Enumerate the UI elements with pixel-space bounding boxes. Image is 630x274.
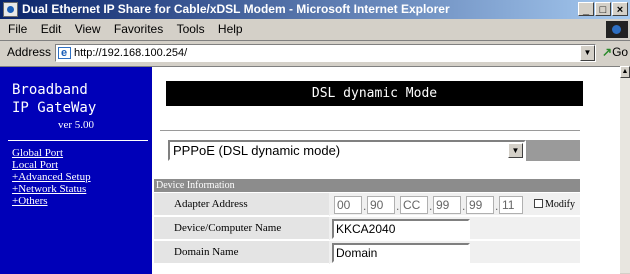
device-name-cell: KKCA2040 <box>330 217 580 240</box>
mac-octet-2[interactable]: 90 <box>367 196 395 214</box>
mode-select[interactable]: PPPoE (DSL dynamic mode) ▼ <box>168 140 526 161</box>
ie-app-icon[interactable] <box>3 2 18 17</box>
page-title: DSL dynamic Mode <box>166 81 583 106</box>
brand-line-2: IP GateWay <box>12 100 97 116</box>
menu-help[interactable]: Help <box>213 19 248 40</box>
title-bar: Dual Ethernet IP Share for Cable/xDSL Mo… <box>0 0 630 19</box>
mac-separator: . <box>462 199 466 213</box>
mac-octet-5[interactable]: 99 <box>466 196 494 214</box>
menu-edit[interactable]: Edit <box>36 19 67 40</box>
chevron-down-icon[interactable]: ▼ <box>508 143 523 158</box>
address-url: http://192.168.100.254/ <box>74 47 188 59</box>
device-name-label: Device/Computer Name <box>154 217 329 240</box>
address-dropdown-button[interactable]: ▼ <box>580 45 595 61</box>
windows-logo-icon <box>606 21 628 38</box>
section-header: Device Information <box>154 179 580 192</box>
menu-bar: File Edit View Favorites Tools Help <box>0 19 630 41</box>
nav-local-port[interactable]: Local Port <box>12 159 91 171</box>
mac-octet-6[interactable]: 11 <box>499 196 523 214</box>
brand-line-1: Broadband <box>12 82 88 98</box>
mac-octet-1[interactable]: 00 <box>334 196 362 214</box>
nav-network-status[interactable]: +Network Status <box>12 183 91 195</box>
domain-name-label: Domain Name <box>154 241 329 264</box>
mac-separator: . <box>363 199 367 213</box>
address-input[interactable]: http://192.168.100.254/ <box>55 44 596 62</box>
mac-separator: . <box>429 199 433 213</box>
version-text: ver 5.00 <box>58 119 95 131</box>
scroll-up-button[interactable]: ▲ <box>620 66 630 78</box>
maximize-button[interactable]: □ <box>595 2 611 16</box>
select-side-panel <box>526 140 580 161</box>
modify-checkbox[interactable]: Modify <box>534 199 575 211</box>
main-panel: DSL dynamic Mode PPPoE (DSL dynamic mode… <box>152 67 620 274</box>
mode-select-value: PPPoE (DSL dynamic mode) <box>173 143 341 158</box>
row-adapter-address: Adapter Address 00 . 90 . CC . 99 . 99 .… <box>154 193 580 216</box>
mac-octet-3[interactable]: CC <box>400 196 428 214</box>
go-label: Go <box>612 45 629 59</box>
checkbox-icon[interactable] <box>534 199 543 208</box>
row-device-name: Device/Computer Name KKCA2040 <box>154 217 580 240</box>
sidebar: Broadband IP GateWay ver 5.00 Global Por… <box>0 67 152 274</box>
minimize-button[interactable]: _ <box>578 2 594 16</box>
window-controls: _ □ × <box>577 2 628 17</box>
address-label: Address <box>7 45 52 59</box>
menu-view[interactable]: View <box>70 19 106 40</box>
domain-name-cell: Domain <box>330 241 580 264</box>
sidebar-nav: Global Port Local Port +Advanced Setup +… <box>12 147 91 207</box>
page-content: Broadband IP GateWay ver 5.00 Global Por… <box>0 66 620 274</box>
modify-label: Modify <box>545 199 575 210</box>
go-button[interactable]: ↗Go <box>602 45 628 59</box>
page-icon <box>58 45 71 61</box>
nav-others[interactable]: +Others <box>12 195 91 207</box>
address-bar: Address http://192.168.100.254/ ▼ ↗Go <box>0 41 630 65</box>
menu-tools[interactable]: Tools <box>172 19 210 40</box>
vertical-scrollbar[interactable]: ▲ <box>620 66 630 273</box>
menu-favorites[interactable]: Favorites <box>109 19 168 40</box>
divider <box>160 130 580 132</box>
mac-octet-4[interactable]: 99 <box>433 196 461 214</box>
brand-title: Broadband IP GateWay <box>12 81 96 117</box>
mac-separator: . <box>495 199 499 213</box>
go-arrow-icon: ↗ <box>602 45 613 59</box>
device-name-input[interactable]: KKCA2040 <box>332 219 470 239</box>
nav-advanced-setup[interactable]: +Advanced Setup <box>12 171 91 183</box>
menu-file[interactable]: File <box>3 19 32 40</box>
domain-name-input[interactable]: Domain <box>332 243 470 263</box>
close-button[interactable]: × <box>612 2 628 16</box>
nav-global-port[interactable]: Global Port <box>12 147 91 159</box>
adapter-address-cell: 00 . 90 . CC . 99 . 99 . 11 Modify <box>330 193 580 216</box>
row-domain-name: Domain Name Domain <box>154 241 580 264</box>
window-title: Dual Ethernet IP Share for Cable/xDSL Mo… <box>22 2 450 16</box>
mac-separator: . <box>396 199 400 213</box>
adapter-address-label: Adapter Address <box>154 193 329 216</box>
sidebar-divider <box>8 140 148 141</box>
